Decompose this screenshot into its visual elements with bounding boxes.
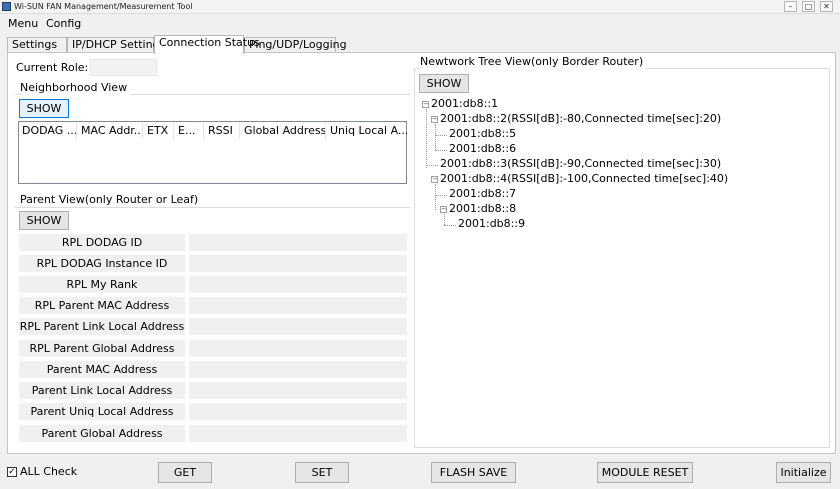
network-tree-show-button[interactable]: SHOW bbox=[419, 74, 469, 93]
col-dodag[interactable]: DODAG ... bbox=[19, 122, 77, 139]
collapse-icon[interactable]: − bbox=[431, 176, 438, 183]
tree-connector bbox=[435, 184, 436, 210]
tree-connector bbox=[435, 150, 447, 151]
col-e[interactable]: E... bbox=[175, 122, 204, 139]
menu-item-menu[interactable]: Menu bbox=[8, 17, 38, 31]
neighborhood-show-button[interactable]: SHOW bbox=[19, 99, 69, 118]
maximize-icon[interactable]: □ bbox=[802, 1, 815, 12]
parent-global-address-value bbox=[189, 425, 407, 442]
current-role-value bbox=[90, 59, 157, 76]
app-icon bbox=[2, 2, 11, 11]
neighborhood-table[interactable]: DODAG ... MAC Addr... ETX E... RSSI Glob… bbox=[18, 121, 407, 184]
all-check-label[interactable]: ALL Check bbox=[20, 465, 77, 479]
parent-uniq-local-address-value bbox=[189, 403, 407, 420]
tree-node[interactable]: 2001:db8::7 bbox=[449, 187, 516, 201]
window-title: Wi-SUN FAN Management/Measurement Tool bbox=[14, 2, 193, 11]
tree-connector bbox=[435, 124, 436, 150]
rpl-parent-mac-address-label: RPL Parent MAC Address bbox=[19, 297, 185, 314]
tree-node[interactable]: 2001:db8::1 bbox=[431, 97, 498, 111]
neighborhood-table-header: DODAG ... MAC Addr... ETX E... RSSI Glob… bbox=[19, 122, 407, 139]
col-etx[interactable]: ETX bbox=[144, 122, 174, 139]
initialize-button[interactable]: Initialize bbox=[776, 462, 831, 483]
tab-ip-dhcp-settings[interactable]: IP/DHCP Settings bbox=[67, 37, 165, 53]
parent-show-button[interactable]: SHOW bbox=[19, 211, 69, 230]
rpl-parent-link-local-address-value bbox=[189, 318, 407, 335]
bottom-toolbar: ✓ ALL Check GET SET FLASH SAVE MODULE RE… bbox=[0, 458, 840, 489]
tree-node[interactable]: 2001:db8::5 bbox=[449, 127, 516, 141]
rpl-dodag-id-label: RPL DODAG ID bbox=[19, 234, 185, 251]
rpl-parent-link-local-address-label: RPL Parent Link Local Address bbox=[19, 318, 185, 335]
menu-item-config[interactable]: Config bbox=[46, 17, 81, 31]
tree-connector bbox=[444, 225, 456, 226]
col-global-address[interactable]: Global Address bbox=[241, 122, 326, 139]
collapse-icon[interactable]: − bbox=[422, 101, 429, 108]
parent-mac-address-value bbox=[189, 361, 407, 378]
collapse-icon[interactable]: − bbox=[440, 206, 447, 213]
tab-settings[interactable]: Settings bbox=[7, 37, 67, 53]
flash-save-button[interactable]: FLASH SAVE bbox=[431, 462, 516, 483]
rpl-dodag-id-value bbox=[189, 234, 407, 251]
rpl-my-rank-value bbox=[189, 276, 407, 293]
tree-connector bbox=[426, 165, 438, 166]
tree-node[interactable]: 2001:db8::6 bbox=[449, 142, 516, 156]
current-role-label: Current Role: bbox=[16, 61, 89, 74]
tree-node[interactable]: 2001:db8::2(RSSI[dB]:-80,Connected time[… bbox=[440, 112, 721, 126]
tree-connector bbox=[435, 135, 447, 136]
set-button[interactable]: SET bbox=[295, 462, 349, 483]
parent-view-title: Parent View(only Router or Leaf) bbox=[20, 193, 202, 207]
get-button[interactable]: GET bbox=[158, 462, 212, 483]
tree-node[interactable]: 2001:db8::3(RSSI[dB]:-90,Connected time[… bbox=[440, 157, 721, 171]
rpl-my-rank-label: RPL My Rank bbox=[19, 276, 185, 293]
tree-node[interactable]: 2001:db8::4(RSSI[dB]:-100,Connected time… bbox=[440, 172, 728, 186]
rpl-dodag-instance-id-value bbox=[189, 255, 407, 272]
tree-node[interactable]: 2001:db8::8 bbox=[449, 202, 516, 216]
parent-link-local-address-value bbox=[189, 382, 407, 399]
col-uniq-local-address[interactable]: Uniq Local A... bbox=[327, 122, 407, 139]
tree-connector bbox=[444, 214, 445, 225]
menu-bar: Menu Config bbox=[0, 15, 840, 33]
rpl-dodag-instance-id-label: RPL DODAG Instance ID bbox=[19, 255, 185, 272]
tree-connector bbox=[426, 109, 427, 168]
all-check-checkbox[interactable]: ✓ bbox=[7, 467, 17, 477]
neighborhood-title: Neighborhood View bbox=[20, 81, 131, 95]
tree-node[interactable]: 2001:db8::9 bbox=[458, 217, 525, 231]
rpl-parent-global-address-value bbox=[189, 340, 407, 357]
parent-mac-address-label: Parent MAC Address bbox=[19, 361, 185, 378]
parent-uniq-local-address-label: Parent Uniq Local Address bbox=[19, 403, 185, 420]
tab-connection-status[interactable]: Connection Status bbox=[154, 35, 260, 54]
rpl-parent-global-address-label: RPL Parent Global Address bbox=[19, 340, 185, 357]
connection-status-panel: Current Role: Neighborhood View SHOW DOD… bbox=[7, 52, 836, 454]
title-bar: Wi-SUN FAN Management/Measurement Tool –… bbox=[0, 0, 840, 14]
module-reset-button[interactable]: MODULE RESET bbox=[597, 462, 693, 483]
collapse-icon[interactable]: − bbox=[431, 116, 438, 123]
tree-connector bbox=[435, 195, 447, 196]
col-mac-address[interactable]: MAC Addr... bbox=[78, 122, 143, 139]
parent-global-address-label: Parent Global Address bbox=[19, 425, 185, 442]
parent-link-local-address-label: Parent Link Local Address bbox=[19, 382, 185, 399]
minimize-icon[interactable]: – bbox=[784, 1, 797, 12]
rpl-parent-mac-address-value bbox=[189, 297, 407, 314]
col-rssi[interactable]: RSSI bbox=[205, 122, 240, 139]
close-icon[interactable]: ✕ bbox=[820, 1, 833, 12]
network-tree-title: Newtwork Tree View(only Border Router) bbox=[420, 55, 647, 69]
